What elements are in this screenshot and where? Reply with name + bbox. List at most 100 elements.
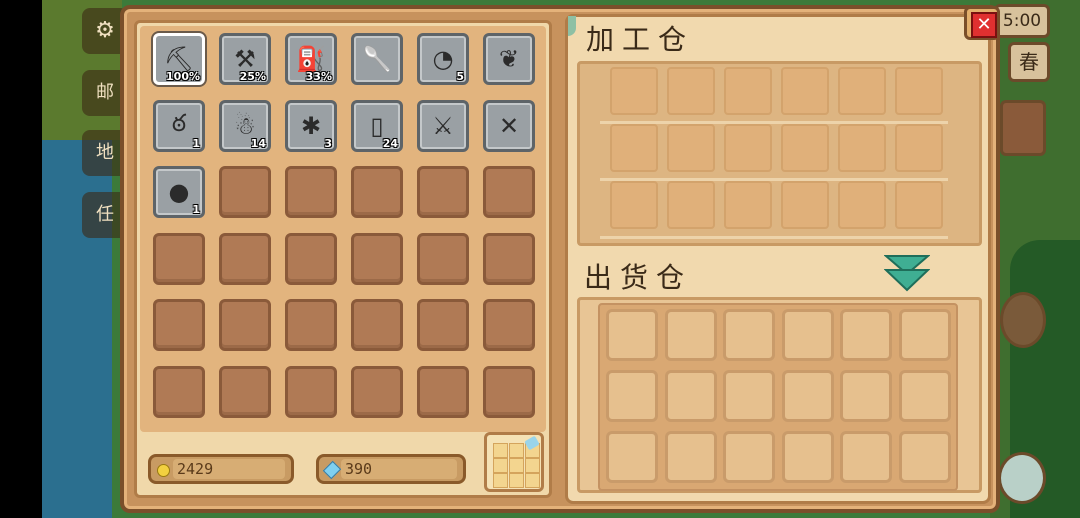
processing-slot[interactable]	[838, 67, 886, 115]
processing-slot[interactable]	[724, 124, 772, 172]
close-icon: ✕	[971, 12, 997, 38]
item-quantity: 3	[324, 136, 332, 150]
inventory-slot[interactable]: ⚒ 25%	[219, 33, 271, 85]
shipping-slot[interactable]	[664, 431, 717, 483]
clock-time: 5:00	[1002, 11, 1042, 31]
processing-slot[interactable]	[895, 124, 943, 172]
inventory-slot-empty[interactable]	[285, 299, 337, 351]
inventory-slot-empty[interactable]	[351, 365, 403, 418]
inventory-slot[interactable]: ✱ 3	[285, 99, 337, 152]
processing-slot[interactable]	[667, 67, 715, 115]
inventory-slot-empty[interactable]	[219, 299, 271, 351]
shipping-title: 出货仓	[584, 261, 693, 294]
inventory-slot[interactable]: ✕	[483, 99, 535, 152]
processing-slot[interactable]	[895, 181, 943, 229]
inventory-slot[interactable]: ⛏ 100%	[153, 33, 205, 85]
inventory-slot-empty[interactable]	[153, 232, 205, 285]
processing-slot[interactable]	[667, 181, 715, 229]
inventory-slot[interactable]: ◔ 5	[417, 33, 469, 85]
gem-icon	[322, 460, 342, 480]
inventory-slot[interactable]: ☃ 14	[219, 99, 271, 152]
shipping-slot[interactable]	[723, 431, 775, 483]
item-quantity: 5	[456, 70, 464, 83]
shipping-slot[interactable]	[781, 309, 834, 361]
shipping-slot[interactable]	[840, 370, 892, 422]
processing-slot[interactable]	[895, 67, 943, 115]
shipping-slot[interactable]	[723, 370, 775, 422]
inventory-slot-empty[interactable]	[153, 299, 205, 351]
shipping-slot[interactable]	[781, 370, 834, 422]
sword-icon: ⚔	[432, 111, 454, 140]
shipping-slot[interactable]	[898, 309, 951, 361]
inventory-slot[interactable]: ❦	[483, 33, 535, 85]
shipping-slot[interactable]	[664, 309, 717, 361]
processing-slot[interactable]	[838, 124, 886, 172]
swap-tool-icon[interactable]	[998, 452, 1046, 504]
side-button-label: 地	[96, 142, 114, 163]
item-quantity: 24	[382, 136, 398, 150]
inventory-slot-empty[interactable]	[351, 232, 403, 285]
inventory-slot-empty[interactable]	[417, 232, 469, 285]
tool-action-button[interactable]	[1000, 292, 1046, 348]
gem-amount: 390	[341, 459, 457, 479]
shelf-line	[600, 178, 948, 181]
item-quantity: 1	[192, 136, 200, 150]
processing-slot[interactable]	[838, 181, 886, 229]
inventory-slot-empty[interactable]	[285, 166, 337, 218]
inventory-slot-empty[interactable]	[483, 365, 535, 418]
grid-cell	[525, 473, 540, 488]
inventory-slot-empty[interactable]	[219, 365, 271, 418]
inventory-slot[interactable]: ● 1	[153, 166, 205, 218]
inventory-slot-empty[interactable]	[285, 232, 337, 285]
inventory-slot-empty[interactable]	[483, 299, 535, 351]
sort-grid-button[interactable]	[484, 432, 544, 492]
processing-slot[interactable]	[724, 181, 772, 229]
inventory-slot-empty[interactable]	[153, 365, 205, 418]
processing-slot[interactable]	[610, 181, 658, 229]
processing-slot[interactable]	[610, 124, 658, 172]
shipping-slot[interactable]	[840, 309, 892, 361]
inventory-slot-empty[interactable]	[351, 166, 403, 218]
gold-amount: 2429	[173, 459, 285, 479]
item-quantity: 25%	[239, 70, 266, 83]
collapse-arrow-icon[interactable]	[884, 252, 930, 294]
close-button[interactable]: ✕	[964, 6, 1000, 40]
inventory-slot[interactable]: 🥄	[351, 33, 403, 85]
inventory-slot-empty[interactable]	[483, 232, 535, 285]
grid-cell	[509, 458, 524, 473]
inventory-slot[interactable]: ▯ 24	[351, 99, 403, 152]
shipping-slot[interactable]	[723, 309, 775, 361]
inventory-slot-empty[interactable]	[483, 166, 535, 218]
item-quantity: 14	[250, 136, 266, 150]
processing-slot[interactable]	[781, 124, 829, 172]
processing-slot[interactable]	[724, 67, 772, 115]
inventory-slot-empty[interactable]	[351, 299, 403, 351]
shipping-slot[interactable]	[606, 370, 658, 422]
side-button-label: 任	[96, 204, 114, 225]
shipping-slot[interactable]	[840, 431, 892, 483]
inventory-slot-empty[interactable]	[417, 365, 469, 418]
inventory-slot-empty[interactable]	[417, 166, 469, 218]
shipping-slot[interactable]	[898, 431, 951, 483]
ore-icon: ❦	[498, 45, 520, 73]
processing-slot[interactable]	[610, 67, 658, 115]
inventory-slot-empty[interactable]	[285, 365, 337, 418]
processing-slot[interactable]	[781, 181, 829, 229]
inventory-slot-empty[interactable]	[219, 232, 271, 285]
inventory-slot[interactable]: ⚔	[417, 99, 469, 152]
season-badge: 春	[1008, 42, 1050, 82]
shipping-slot[interactable]	[664, 370, 717, 422]
shipping-slot[interactable]	[606, 431, 658, 483]
inventory-slot-empty[interactable]	[219, 166, 271, 218]
inventory-slot[interactable]: ఠ1	[153, 99, 205, 152]
processing-slot[interactable]	[667, 124, 715, 172]
shipping-slot[interactable]	[898, 370, 951, 422]
processing-title: 加工仓	[586, 23, 695, 56]
shipping-slot[interactable]	[781, 431, 834, 483]
shipping-slot[interactable]	[606, 309, 658, 361]
inventory-slot-empty[interactable]	[417, 299, 469, 351]
side-shortcut-button[interactable]	[1000, 100, 1046, 156]
gold-counter: 2429	[148, 454, 294, 484]
inventory-slot[interactable]: ⛽ 33%	[285, 33, 337, 85]
processing-slot[interactable]	[781, 67, 829, 115]
